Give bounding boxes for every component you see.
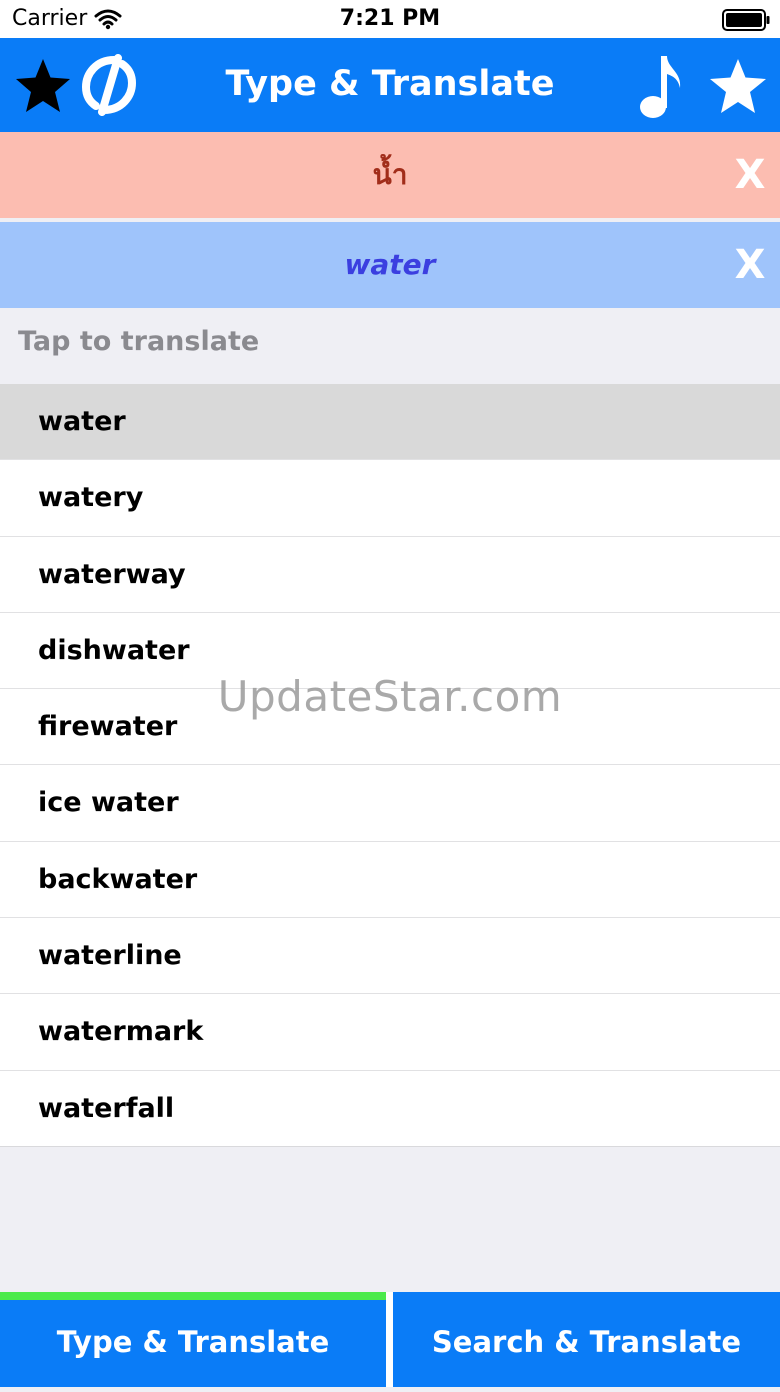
list-item-label: backwater [38,863,198,895]
clear-translation-button[interactable]: X [730,222,770,308]
tab-label: Type & Translate [56,1325,330,1359]
list-item-label: waterway [38,558,186,590]
rate-star-icon[interactable] [706,56,770,116]
music-note-icon[interactable] [636,52,684,120]
battery-icon [722,9,770,31]
list-item-label: watermark [38,1016,204,1048]
list-item-label: water [38,406,126,437]
suggestion-list: water watery waterway dishwater firewate… [0,384,780,1147]
tab-label: Search & Translate [431,1325,742,1359]
list-item-label: waterline [38,940,182,972]
translation-field[interactable]: water X [0,222,780,308]
source-input-field[interactable]: น้ำ X [0,132,780,218]
list-item-label: waterfall [38,1092,175,1124]
translation-text[interactable]: water [0,222,780,308]
tab-bar: Type & Translate Search & Translate [0,1292,780,1387]
active-tab-indicator [0,1292,386,1300]
status-time: 7:21 PM [339,6,441,31]
tab-type-translate[interactable]: Type & Translate [0,1292,386,1387]
tab-search-translate[interactable]: Search & Translate [393,1292,780,1387]
list-item[interactable]: waterfall [0,1070,780,1147]
watermark: UpdateStar.com [217,672,563,721]
list-item[interactable]: backwater [0,841,780,919]
clear-source-button[interactable]: X [730,132,770,218]
list-item-label: watery [38,482,144,514]
list-item[interactable]: waterline [0,918,780,995]
list-item-label: ice water [38,787,179,819]
source-text[interactable]: น้ำ [0,132,780,218]
list-item[interactable]: water [0,384,780,461]
status-bar: Carrier 7:21 PM [0,0,780,38]
list-item[interactable]: waterway [0,536,780,613]
list-item[interactable]: ice water [0,765,780,842]
list-header: Tap to translate [18,326,260,357]
nav-bar: Type & Translate [0,38,780,132]
list-item[interactable]: watermark [0,994,780,1071]
list-item[interactable]: watery [0,460,780,537]
